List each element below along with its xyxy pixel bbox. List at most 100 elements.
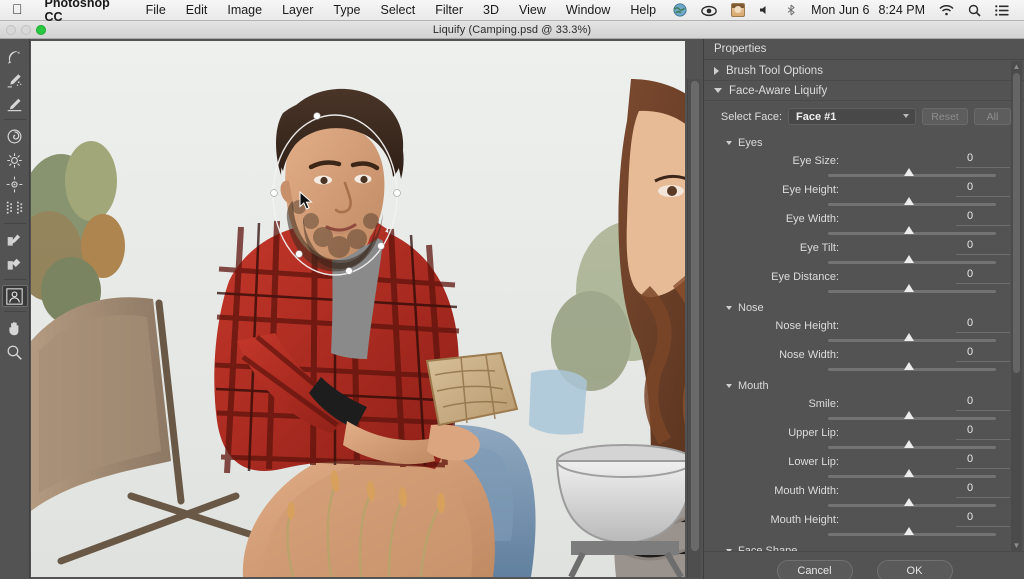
slider-value[interactable]: 0 <box>940 482 1000 494</box>
slider-value[interactable]: 0 <box>940 317 1000 329</box>
slider-thumb[interactable] <box>904 333 914 341</box>
menu-type[interactable]: Type <box>323 3 370 17</box>
wifi-icon[interactable] <box>932 0 961 21</box>
slider-thumb[interactable] <box>904 362 914 370</box>
slider-thumb[interactable] <box>904 440 914 448</box>
menu-edit[interactable]: Edit <box>176 3 218 17</box>
canvas-scrollbar-thumb[interactable] <box>691 81 699 551</box>
thaw-mask-tool[interactable] <box>2 253 28 275</box>
slider-smile[interactable]: Smile: 0 <box>704 395 1024 424</box>
menu-help[interactable]: Help <box>620 3 666 17</box>
menu-layer[interactable]: Layer <box>272 3 323 17</box>
slider-mouth-height[interactable]: Mouth Height: 0 <box>704 511 1024 540</box>
slider-value[interactable]: 0 <box>940 511 1000 523</box>
slider-eye-tilt[interactable]: Eye Tilt: 0 <box>704 239 1024 268</box>
menu-window[interactable]: Window <box>556 3 620 17</box>
properties-vertical-scrollbar[interactable]: ▲ ▼ <box>1011 61 1022 551</box>
slider-eye-width[interactable]: Eye Width: 0 <box>704 210 1024 239</box>
hand-tool[interactable] <box>2 317 28 339</box>
slider-value[interactable]: 0 <box>940 346 1000 358</box>
slider-value-underline <box>956 526 1010 527</box>
group-nose[interactable]: Nose <box>704 297 1024 317</box>
slider-thumb[interactable] <box>904 469 914 477</box>
menu-image[interactable]: Image <box>217 3 272 17</box>
section-brush-tool-options[interactable]: Brush Tool Options <box>704 61 1024 81</box>
minimize-button[interactable] <box>21 25 31 35</box>
camping-photo <box>31 41 685 577</box>
slider-value[interactable]: 0 <box>940 395 1000 407</box>
freeze-mask-tool[interactable] <box>2 229 28 251</box>
slider-nose-width[interactable]: Nose Width: 0 <box>704 346 1024 375</box>
reconstruct-tool[interactable] <box>2 69 28 91</box>
slider-value[interactable]: 0 <box>940 424 1000 436</box>
globe-icon[interactable] <box>666 0 694 21</box>
slider-thumb[interactable] <box>904 168 914 176</box>
slider-nose-height[interactable]: Nose Height: 0 <box>704 317 1024 346</box>
ok-button[interactable]: OK <box>877 560 953 579</box>
slider-label: Lower Lip: <box>788 456 839 468</box>
canvas-vertical-scrollbar[interactable] <box>687 79 701 578</box>
push-left-tool[interactable] <box>2 197 28 219</box>
slider-thumb[interactable] <box>904 197 914 205</box>
slider-thumb[interactable] <box>904 255 914 263</box>
menu-filter[interactable]: Filter <box>425 3 473 17</box>
group-mouth[interactable]: Mouth <box>704 375 1024 395</box>
slider-eye-size[interactable]: Eye Size: 0 <box>704 152 1024 181</box>
slider-eye-distance[interactable]: Eye Distance: 0 <box>704 268 1024 297</box>
volume-icon[interactable] <box>752 0 778 21</box>
notification-list-icon[interactable] <box>988 0 1016 21</box>
smooth-tool[interactable] <box>2 93 28 115</box>
search-icon[interactable] <box>961 0 988 21</box>
all-button[interactable]: All <box>974 108 1011 125</box>
slider-thumb[interactable] <box>904 226 914 234</box>
menu-view[interactable]: View <box>509 3 556 17</box>
user-avatar-icon[interactable] <box>724 0 752 21</box>
zoom-button[interactable] <box>36 25 46 35</box>
menu-bar-date[interactable]: Mon Jun 6 <box>804 3 871 17</box>
slider-value[interactable]: 0 <box>940 210 1000 222</box>
menu-3d[interactable]: 3D <box>473 3 509 17</box>
section-face-aware-liquify[interactable]: Face-Aware Liquify <box>704 81 1024 101</box>
slider-value[interactable]: 0 <box>940 268 1000 280</box>
slider-value[interactable]: 0 <box>940 453 1000 465</box>
menu-select[interactable]: Select <box>370 3 425 17</box>
slider-upper-lip[interactable]: Upper Lip: 0 <box>704 424 1024 453</box>
creative-cloud-icon[interactable] <box>694 0 724 21</box>
slider-mouth-width[interactable]: Mouth Width: 0 <box>704 482 1024 511</box>
photoshop-liquify-window:  Photoshop CC File Edit Image Layer Typ… <box>0 0 1024 579</box>
liquify-canvas[interactable] <box>31 41 685 577</box>
group-eyes[interactable]: Eyes <box>704 132 1024 152</box>
forward-warp-tool[interactable] <box>2 45 28 67</box>
menu-file[interactable]: File <box>136 3 176 17</box>
apple-logo-icon[interactable]:  <box>0 2 34 16</box>
scroll-up-arrow-icon[interactable]: ▲ <box>1011 61 1022 72</box>
slider-thumb[interactable] <box>904 498 914 506</box>
slider-value[interactable]: 0 <box>940 152 1000 164</box>
bloat-tool[interactable] <box>2 173 28 195</box>
twirl-clockwise-tool[interactable] <box>2 125 28 147</box>
slider-thumb[interactable] <box>904 527 914 535</box>
zoom-tool[interactable] <box>2 341 28 363</box>
slider-eye-height[interactable]: Eye Height: 0 <box>704 181 1024 210</box>
cancel-button[interactable]: Cancel <box>777 560 853 579</box>
slider-thumb[interactable] <box>904 411 914 419</box>
slider-thumb[interactable] <box>904 284 914 292</box>
scroll-down-arrow-icon[interactable]: ▼ <box>1011 540 1022 551</box>
group-face-shape[interactable]: Face Shape <box>704 540 1024 551</box>
close-button[interactable] <box>6 25 16 35</box>
select-face-row: Select Face: Face #1 Reset All <box>714 101 1024 132</box>
slider-label: Smile: <box>808 398 839 410</box>
slider-value[interactable]: 0 <box>940 181 1000 193</box>
select-face-dropdown[interactable]: Face #1 <box>788 108 916 125</box>
slider-label: Eye Size: <box>793 155 839 167</box>
face-tool[interactable] <box>2 285 28 307</box>
pucker-tool[interactable] <box>2 149 28 171</box>
liquify-tools-column <box>0 39 30 579</box>
properties-scrollbar-thumb[interactable] <box>1013 73 1020 373</box>
reset-button[interactable]: Reset <box>922 108 968 125</box>
menu-bar-time[interactable]: 8:24 PM <box>871 3 932 17</box>
tool-divider <box>4 311 26 312</box>
slider-lower-lip[interactable]: Lower Lip: 0 <box>704 453 1024 482</box>
slider-value[interactable]: 0 <box>940 239 1000 251</box>
bluetooth-icon[interactable] <box>778 0 804 21</box>
